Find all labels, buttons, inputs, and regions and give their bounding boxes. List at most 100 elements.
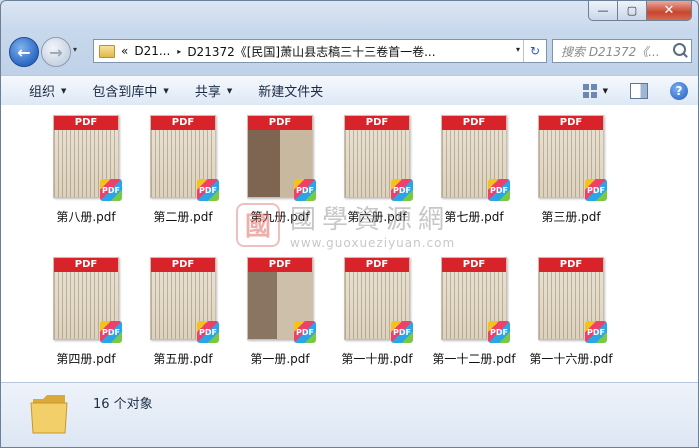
file-name: 第二册.pdf (153, 210, 213, 224)
file-name: 第一册.pdf (250, 352, 310, 366)
file-item[interactable]: PDF PDF 第四册.pdf (31, 257, 141, 367)
new-folder-button[interactable]: 新建文件夹 (258, 81, 323, 100)
file-item[interactable]: PDF PDF 第二册.pdf (128, 115, 238, 225)
pdf-band: PDF (442, 116, 506, 130)
include-in-library-menu[interactable]: 包含到库中 ▼ (92, 81, 168, 100)
pdf-band: PDF (539, 116, 603, 130)
pdf-band: PDF (248, 258, 312, 272)
back-button[interactable]: ← (9, 37, 39, 67)
file-item[interactable]: PDF PDF 第三册.pdf (516, 115, 626, 225)
pdf-band: PDF (442, 258, 506, 272)
chevron-down-icon: ▼ (61, 86, 67, 95)
address-bar[interactable]: « D21... ▸ D21372《[民国]萧山县志稿三十三卷首一卷... ▾ … (93, 39, 547, 63)
pdf-app-icon: PDF (585, 321, 607, 343)
close-icon: ✕ (663, 3, 675, 18)
address-dropdown[interactable]: ▾ (516, 45, 520, 54)
view-options-icon[interactable] (582, 83, 597, 98)
back-arrow-icon: ← (17, 42, 31, 62)
minimize-icon: — (597, 4, 609, 17)
item-count: 16 个对象 (93, 397, 153, 412)
preview-pane-icon[interactable] (630, 82, 648, 99)
pdf-app-icon: PDF (294, 179, 316, 201)
file-item[interactable]: PDF PDF 第八册.pdf (31, 115, 141, 225)
minimize-button[interactable]: — (588, 1, 618, 21)
command-bar: 组织 ▼ 包含到库中 ▼ 共享 ▼ 新建文件夹 ▼ ? (1, 75, 698, 106)
search-box[interactable]: 搜索 D21372《... (552, 39, 692, 63)
file-item[interactable]: PDF PDF 第一十册.pdf (322, 257, 432, 367)
pdf-thumbnail: PDF PDF (150, 115, 219, 201)
help-icon[interactable]: ? (670, 81, 688, 100)
refresh-button[interactable]: ↻ (523, 40, 546, 62)
pdf-app-icon: PDF (100, 321, 122, 343)
forward-arrow-icon: → (49, 42, 63, 62)
pdf-band: PDF (345, 258, 409, 272)
file-item[interactable]: PDF PDF 第一十二册.pdf (419, 257, 529, 367)
refresh-icon: ↻ (529, 44, 541, 58)
pdf-thumbnail: PDF PDF (538, 115, 607, 201)
file-name: 第一十二册.pdf (432, 352, 516, 366)
watermark-seal: 國 (236, 202, 280, 247)
pdf-app-icon: PDF (488, 179, 510, 201)
pdf-thumbnail: PDF PDF (247, 257, 316, 343)
chevron-down-icon: ▼ (226, 86, 233, 95)
pdf-thumbnail: PDF PDF (344, 115, 413, 201)
chevron-right-icon[interactable]: ▸ (177, 47, 181, 56)
pdf-band: PDF (54, 116, 118, 130)
recent-pages-dropdown[interactable]: ▾ (73, 45, 77, 54)
breadcrumb-segment-parent[interactable]: D21... (134, 44, 170, 58)
pdf-band: PDF (151, 116, 215, 130)
pdf-app-icon: PDF (585, 179, 607, 201)
pdf-thumbnail: PDF PDF (441, 257, 510, 343)
new-folder-label: 新建文件夹 (258, 85, 324, 100)
organize-menu[interactable]: 组织 ▼ (29, 81, 66, 100)
pdf-thumbnail: PDF PDF (344, 257, 413, 343)
file-item[interactable]: PDF PDF 第一十六册.pdf (516, 257, 626, 367)
view-dropdown[interactable]: ▼ (603, 87, 608, 95)
search-placeholder: 搜索 D21372《... (561, 44, 660, 59)
watermark: 國 國學資源網 www.guoxueziyuan.com (236, 199, 455, 250)
forward-button[interactable]: → (41, 37, 71, 67)
pdf-app-icon: PDF (294, 321, 316, 343)
pdf-app-icon: PDF (197, 321, 219, 343)
pdf-thumbnail: PDF PDF (538, 257, 607, 343)
share-label: 共享 (194, 85, 221, 100)
file-name: 第八册.pdf (56, 210, 116, 224)
file-name: 第四册.pdf (56, 352, 116, 366)
pdf-band: PDF (151, 258, 215, 272)
chevron-down-icon: ▼ (163, 86, 169, 95)
file-item[interactable]: PDF PDF 第五册.pdf (128, 257, 238, 367)
file-name: 第五册.pdf (153, 352, 213, 366)
pdf-thumbnail: PDF PDF (53, 115, 122, 201)
folder-icon (30, 395, 68, 434)
navigation-bar: ← → ▾ « D21... ▸ D21372《[民国]萧山县志稿三十三卷首一卷… (1, 35, 698, 67)
explorer-window: — ▢ ✕ ← → ▾ « D21... ▸ D21372《[民国]萧山县志稿三… (0, 0, 699, 448)
pdf-thumbnail: PDF PDF (53, 257, 122, 343)
share-menu[interactable]: 共享 ▼ (195, 81, 232, 100)
include-library-label: 包含到库中 (92, 85, 158, 100)
pdf-thumbnail: PDF PDF (441, 115, 510, 201)
watermark-text: 國學資源網 www.guoxueziyuan.com (290, 199, 455, 250)
view-controls: ▼ ? (582, 76, 698, 105)
pdf-band: PDF (345, 116, 409, 130)
breadcrumb-segment-current[interactable]: D21372《[民国]萧山县志稿三十三卷首一卷... (187, 43, 435, 60)
close-button[interactable]: ✕ (647, 1, 692, 21)
watermark-url: www.guoxueziyuan.com (290, 236, 456, 250)
maximize-icon: ▢ (626, 4, 638, 17)
breadcrumb-overflow[interactable]: « (121, 44, 128, 58)
pdf-thumbnail: PDF PDF (247, 115, 316, 201)
pdf-band: PDF (248, 116, 312, 130)
pdf-thumbnail: PDF PDF (150, 257, 219, 343)
file-name: 第一十六册.pdf (529, 352, 613, 366)
pdf-app-icon: PDF (197, 179, 219, 201)
folder-icon (99, 44, 115, 58)
pdf-band: PDF (54, 258, 118, 272)
search-icon[interactable] (673, 43, 686, 56)
watermark-chinese: 國學資源網 (290, 205, 451, 235)
file-list: PDF PDF 第八册.pdf PDF PDF 第二册.pdf PDF PDF 第九册… (1, 105, 698, 421)
file-name: 第三册.pdf (541, 210, 601, 224)
maximize-button[interactable]: ▢ (618, 1, 647, 21)
organize-label: 组织 (29, 85, 56, 100)
pdf-band: PDF (539, 258, 603, 272)
file-item[interactable]: PDF PDF 第一册.pdf (225, 257, 335, 367)
file-name: 第一十册.pdf (341, 352, 413, 366)
